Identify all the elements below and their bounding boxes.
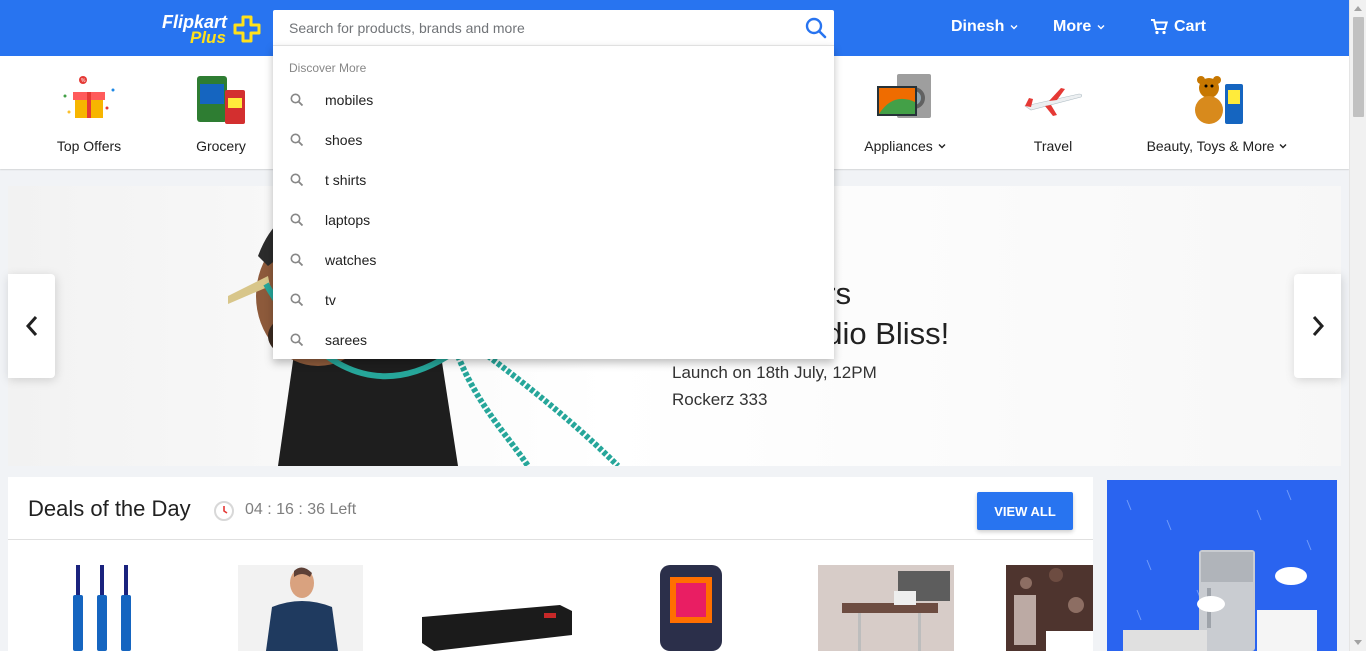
category-appliances[interactable]: Appliances	[830, 56, 980, 169]
account-menu[interactable]: Dinesh	[951, 18, 1018, 36]
search-icon	[290, 213, 304, 227]
suggestion-text: tv	[325, 292, 336, 308]
category-top-offers[interactable]: % Top Offers	[14, 56, 164, 169]
search-icon	[290, 93, 304, 107]
category-label: Travel	[1033, 138, 1073, 154]
more-menu[interactable]: More	[1053, 18, 1105, 36]
suggestion-text: shoes	[325, 132, 363, 148]
product-speaker[interactable]	[420, 565, 575, 651]
cart-icon	[1151, 19, 1168, 35]
suggestion-text: watches	[325, 252, 377, 268]
airplane-icon	[1024, 88, 1082, 116]
banner-subtext-1: Launch on 18th July, 12PM	[672, 363, 877, 382]
chevron-down-icon	[1279, 144, 1287, 149]
suggestion-item[interactable]: mobiles	[273, 80, 834, 120]
search-icon[interactable]	[804, 16, 828, 40]
product-book-cover[interactable]	[1006, 565, 1093, 651]
suggestion-item[interactable]: sarees	[273, 320, 834, 360]
deals-timer: 04 : 16 : 36 Left	[213, 499, 356, 521]
search-icon	[290, 173, 304, 187]
category-label: Grocery	[196, 138, 246, 154]
chevron-down-icon	[1097, 25, 1105, 30]
suggestion-text: t shirts	[325, 172, 367, 188]
deals-of-the-day-section: Deals of the Day 04 : 16 : 36 Left VIEW …	[8, 477, 1093, 651]
teddy-icon	[1195, 76, 1243, 124]
suggestions-heading: Discover More	[289, 61, 367, 75]
scroll-down-arrow-icon[interactable]	[1354, 640, 1362, 645]
search-bar	[273, 10, 834, 46]
page-scrollbar[interactable]	[1349, 0, 1366, 651]
search-icon	[290, 133, 304, 147]
banner-prev-button[interactable]	[8, 274, 55, 378]
view-all-button[interactable]: VIEW ALL	[977, 492, 1073, 530]
search-input[interactable]	[273, 10, 793, 46]
clock-icon	[214, 501, 234, 521]
suggestion-item[interactable]: tv	[273, 280, 834, 320]
category-label: Appliances	[864, 138, 933, 154]
logo-secondary-text: Plus	[190, 28, 226, 47]
scrollbar-thumb[interactable]	[1353, 17, 1364, 117]
appliances-ad-image	[1123, 489, 1317, 651]
chevron-right-icon	[1312, 316, 1324, 336]
product-cricket-bats[interactable]	[70, 565, 140, 651]
banner-next-button[interactable]	[1294, 274, 1341, 378]
product-tshirt[interactable]	[238, 565, 363, 651]
search-icon	[290, 333, 304, 347]
suggestion-item[interactable]: laptops	[273, 200, 834, 240]
plus-logo-icon	[233, 15, 261, 43]
suggestion-item[interactable]: watches	[273, 240, 834, 280]
banner-subtext-2: Rockerz 333	[672, 390, 768, 409]
chevron-down-icon	[1010, 25, 1018, 30]
cart-label: Cart	[1174, 18, 1207, 35]
cart-button[interactable]: Cart	[1150, 18, 1206, 36]
search-suggestions-dropdown: Discover More mobiles shoes t shirts lap…	[273, 45, 834, 359]
product-feature-phone[interactable]	[658, 565, 724, 651]
suggestion-text: mobiles	[325, 92, 374, 108]
deals-title: Deals of the Day	[28, 496, 191, 521]
offers-icon: %	[63, 76, 115, 118]
grocery-icon	[197, 76, 245, 124]
side-ad-banner[interactable]	[1107, 480, 1337, 651]
appliances-icon	[877, 74, 931, 118]
suggestion-text: sarees	[325, 332, 368, 348]
suggestion-item[interactable]: t shirts	[273, 160, 834, 200]
product-laptop-table[interactable]	[818, 565, 954, 651]
search-icon	[290, 253, 304, 267]
suggestion-text: laptops	[325, 212, 371, 228]
category-label: Beauty, Toys & More	[1146, 138, 1275, 154]
search-icon	[290, 293, 304, 307]
category-beauty-toys[interactable]: Beauty, Toys & More	[1135, 56, 1299, 169]
chevron-left-icon	[25, 316, 37, 336]
deals-divider	[8, 539, 1093, 540]
flipkart-plus-logo[interactable]: Flipkart Plus	[160, 10, 264, 47]
svg-text:%: %	[81, 78, 86, 84]
account-name: Dinesh	[951, 18, 1005, 35]
deals-timer-text: 04 : 16 : 36 Left	[245, 501, 357, 518]
suggestion-item[interactable]: shoes	[273, 120, 834, 160]
category-label: Top Offers	[56, 138, 122, 154]
scroll-up-arrow-icon[interactable]	[1354, 6, 1362, 11]
chevron-down-icon	[938, 144, 946, 149]
category-travel[interactable]: Travel	[978, 56, 1128, 169]
more-label: More	[1053, 18, 1092, 35]
